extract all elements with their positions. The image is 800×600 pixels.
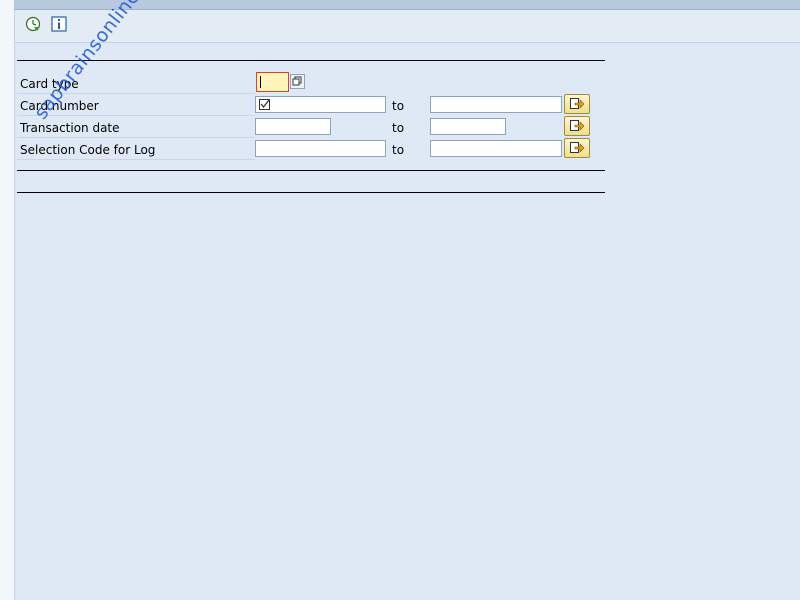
multiple-selection-button[interactable] [564, 138, 590, 158]
to-label: to [392, 99, 405, 113]
to-label: to [392, 143, 405, 157]
row-card-number: Card number to [17, 94, 605, 116]
title-bar [14, 0, 800, 10]
selection-code-log-label: Selection Code for Log [20, 143, 156, 157]
selection-code-log-to-field[interactable] [430, 140, 562, 157]
row-transaction-date: Transaction date to [17, 116, 605, 138]
multiple-selection-button[interactable] [564, 94, 590, 114]
row-selection-code-log: Selection Code for Log to [17, 138, 605, 160]
multiple-selection-button[interactable] [564, 116, 590, 136]
card-number-to-field[interactable] [430, 96, 562, 113]
transaction-date-from-field[interactable] [255, 118, 331, 135]
checkbox-icon [259, 99, 270, 110]
multiple-selection-arrow-icon [570, 142, 584, 153]
card-number-from-field[interactable] [255, 96, 386, 113]
window-left-border [0, 0, 15, 600]
frame-middle-line [17, 170, 605, 171]
card-number-label: Card number [20, 99, 99, 113]
selection-code-log-from-field[interactable] [255, 140, 386, 157]
transaction-date-label: Transaction date [20, 121, 120, 135]
to-label: to [392, 121, 405, 135]
card-type-field[interactable] [256, 72, 289, 92]
text-cursor [260, 76, 261, 88]
row-card-type: Card type [17, 72, 605, 94]
row-separator [17, 159, 255, 160]
info-icon[interactable] [51, 16, 67, 32]
execute-clock-icon[interactable] [25, 16, 41, 32]
transaction-date-to-field[interactable] [430, 118, 506, 135]
value-help-button[interactable] [290, 74, 305, 89]
multiple-selection-arrow-icon [570, 98, 584, 109]
frame-bottom-line [17, 192, 605, 193]
frame-top-line [17, 60, 605, 61]
application-toolbar [15, 10, 800, 43]
card-type-label: Card type [20, 77, 79, 91]
multiple-selection-arrow-icon [570, 120, 584, 131]
